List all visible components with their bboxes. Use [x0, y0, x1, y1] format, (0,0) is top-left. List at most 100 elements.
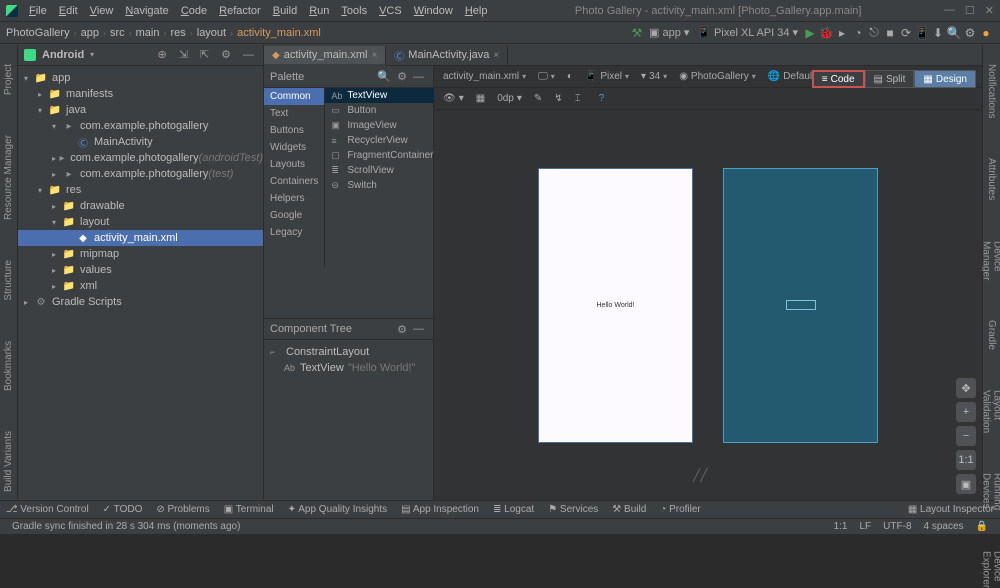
bottom-tool-app-inspection[interactable]: ▤ App Inspection	[401, 504, 479, 515]
attach-icon[interactable]: ⎋	[866, 25, 882, 41]
close-button[interactable]: ✕	[985, 4, 994, 17]
breadcrumb-item[interactable]: res	[170, 27, 185, 39]
chevron-down-icon[interactable]: ▾	[90, 50, 94, 59]
editor-tab[interactable]: ◆activity_main.xml×	[264, 46, 386, 66]
tree-arrow-icon[interactable]: ▸	[24, 298, 34, 307]
tool-window-notifications[interactable]: Notifications	[986, 64, 997, 118]
tree-row[interactable]: ▾📁layout	[18, 214, 263, 230]
pan-icon[interactable]: ✥	[956, 378, 976, 398]
tree-arrow-icon[interactable]: ▾	[38, 106, 48, 115]
tree-row[interactable]: ▸▸com.example.photogallery (test)	[18, 166, 263, 182]
scroll-from-source-icon[interactable]: ⊕	[154, 48, 169, 61]
indent[interactable]: 4 spaces	[918, 521, 970, 532]
api-dropdown[interactable]: ▾ 34 ▾	[638, 71, 670, 82]
project-view-dropdown[interactable]: Android	[42, 49, 84, 61]
tree-row[interactable]: ▸📁values	[18, 262, 263, 278]
menu-vcs[interactable]: VCS	[374, 3, 407, 19]
ctree-gear-icon[interactable]: ⚙	[394, 323, 410, 336]
palette-category[interactable]: Text	[264, 105, 324, 122]
collapse-icon[interactable]: ⇲	[176, 48, 191, 61]
minimize-button[interactable]: —	[944, 4, 955, 17]
caret-position[interactable]: 1:1	[828, 521, 854, 532]
menu-window[interactable]: Window	[409, 3, 458, 19]
menu-tools[interactable]: Tools	[336, 3, 372, 19]
tool-spacer-icon[interactable]: ✎	[531, 93, 545, 104]
tree-row[interactable]: ◆activity_main.xml	[18, 230, 263, 246]
sdk-icon[interactable]: ⬇	[930, 25, 946, 41]
palette-category[interactable]: Containers	[264, 173, 324, 190]
breadcrumb-item[interactable]: PhotoGallery	[6, 27, 70, 39]
gear-icon[interactable]: ⚙	[218, 48, 234, 61]
tree-row[interactable]: ▸📁manifests	[18, 86, 263, 102]
avd-icon[interactable]: 📱	[914, 25, 930, 41]
stop-icon[interactable]: ■	[882, 25, 898, 41]
menu-navigate[interactable]: Navigate	[120, 3, 173, 19]
line-ending[interactable]: LF	[854, 521, 878, 532]
lock-icon[interactable]: 🔒	[970, 521, 994, 532]
editor-tab[interactable]: ⒸMainActivity.java×	[386, 45, 508, 65]
bottom-tool-version-control[interactable]: ⎇ Version Control	[6, 504, 89, 515]
blueprint-preview[interactable]	[723, 168, 878, 443]
menu-edit[interactable]: Edit	[54, 3, 83, 19]
tree-row[interactable]: ▸⚙Gradle Scripts	[18, 294, 263, 310]
tree-arrow-icon[interactable]: ▸	[38, 90, 48, 99]
expand-icon[interactable]: ⇱	[197, 48, 212, 61]
bottom-tool-profiler[interactable]: ◔ Profiler	[660, 504, 701, 515]
split-view-button[interactable]: ▤ Split	[865, 70, 915, 88]
debug-icon[interactable]: 🐞	[818, 25, 834, 41]
tree-row[interactable]: ▾▸com.example.photogallery	[18, 118, 263, 134]
menu-code[interactable]: Code	[176, 3, 212, 19]
bottom-tool-build[interactable]: ⚒ Build	[612, 504, 646, 515]
tree-arrow-icon[interactable]: ▾	[24, 74, 34, 83]
tool-window-attributes[interactable]: Attributes	[986, 158, 997, 200]
zoom-fit-button[interactable]: 1:1	[956, 450, 976, 470]
resize-handle-icon[interactable]: ╱╱	[693, 468, 707, 482]
build-icon[interactable]: ⚒	[629, 25, 645, 41]
bottom-tool-todo[interactable]: ✓ TODO	[103, 504, 143, 515]
tool-window-build-variants[interactable]: Build Variants	[3, 431, 14, 492]
sync-icon[interactable]: ⟳	[898, 25, 914, 41]
maximize-button[interactable]: ☐	[965, 4, 975, 17]
tree-arrow-icon[interactable]: ▸	[52, 266, 62, 275]
breadcrumb-item[interactable]: src	[110, 27, 125, 39]
code-view-button[interactable]: ≡ Code	[812, 70, 865, 88]
bottom-tool-problems[interactable]: ⊘ Problems	[156, 504, 209, 515]
tab-close-icon[interactable]: ×	[371, 50, 377, 61]
tool-constraint-icon[interactable]: ↯	[551, 93, 565, 104]
bottom-tool-services[interactable]: ⚑ Services	[548, 504, 598, 515]
menu-view[interactable]: View	[85, 3, 119, 19]
device-dropdown[interactable]: 📱 Pixel XL API 34 ▾	[693, 26, 802, 39]
tree-row[interactable]: ▾📁java	[18, 102, 263, 118]
palette-category[interactable]: Google	[264, 207, 324, 224]
tool-window-project[interactable]: Project	[3, 64, 14, 95]
tree-row[interactable]: ▾📁app	[18, 70, 263, 86]
zoom-dropdown[interactable]: 0dp ▾	[494, 93, 525, 104]
theme-dropdown[interactable]: ◉ PhotoGallery ▾	[676, 71, 759, 82]
view-options-icon[interactable]: 👁 ▾	[440, 93, 467, 104]
run-icon[interactable]: ▶	[802, 25, 818, 41]
tool-guideline-icon[interactable]: ⌶	[572, 93, 584, 104]
tree-row[interactable]: ▸📁mipmap	[18, 246, 263, 262]
tool-window-layout-validation[interactable]: Layout Validation	[981, 390, 1000, 433]
design-view-button[interactable]: ▦ Design	[914, 70, 976, 88]
menu-refactor[interactable]: Refactor	[214, 3, 266, 19]
profile-icon[interactable]: ◔	[850, 25, 866, 41]
blueprint-textview-box[interactable]	[786, 300, 816, 310]
design-preview[interactable]: Hello World!	[538, 168, 693, 443]
tree-row[interactable]: ▾📁res	[18, 182, 263, 198]
menu-build[interactable]: Build	[268, 3, 302, 19]
ctree-hide-icon[interactable]: —	[410, 323, 427, 335]
encoding[interactable]: UTF-8	[877, 521, 917, 532]
tool-window-gradle[interactable]: Gradle	[986, 320, 997, 350]
user-icon[interactable]: ●	[978, 25, 994, 41]
help-icon[interactable]: ?	[596, 93, 608, 104]
zoom-reset-button[interactable]: ▣	[956, 474, 976, 494]
tool-window-device-manager[interactable]: Device Manager	[981, 241, 1000, 280]
palette-category[interactable]: Layouts	[264, 156, 324, 173]
palette-category[interactable]: Buttons	[264, 122, 324, 139]
breadcrumb-item[interactable]: activity_main.xml	[237, 27, 321, 39]
tree-arrow-icon[interactable]: ▸	[52, 170, 62, 179]
tool-window-resource-manager[interactable]: Resource Manager	[3, 135, 14, 220]
tree-row[interactable]: ▸📁xml	[18, 278, 263, 294]
bottom-tool-app-quality-insights[interactable]: ✦ App Quality Insights	[288, 504, 388, 515]
